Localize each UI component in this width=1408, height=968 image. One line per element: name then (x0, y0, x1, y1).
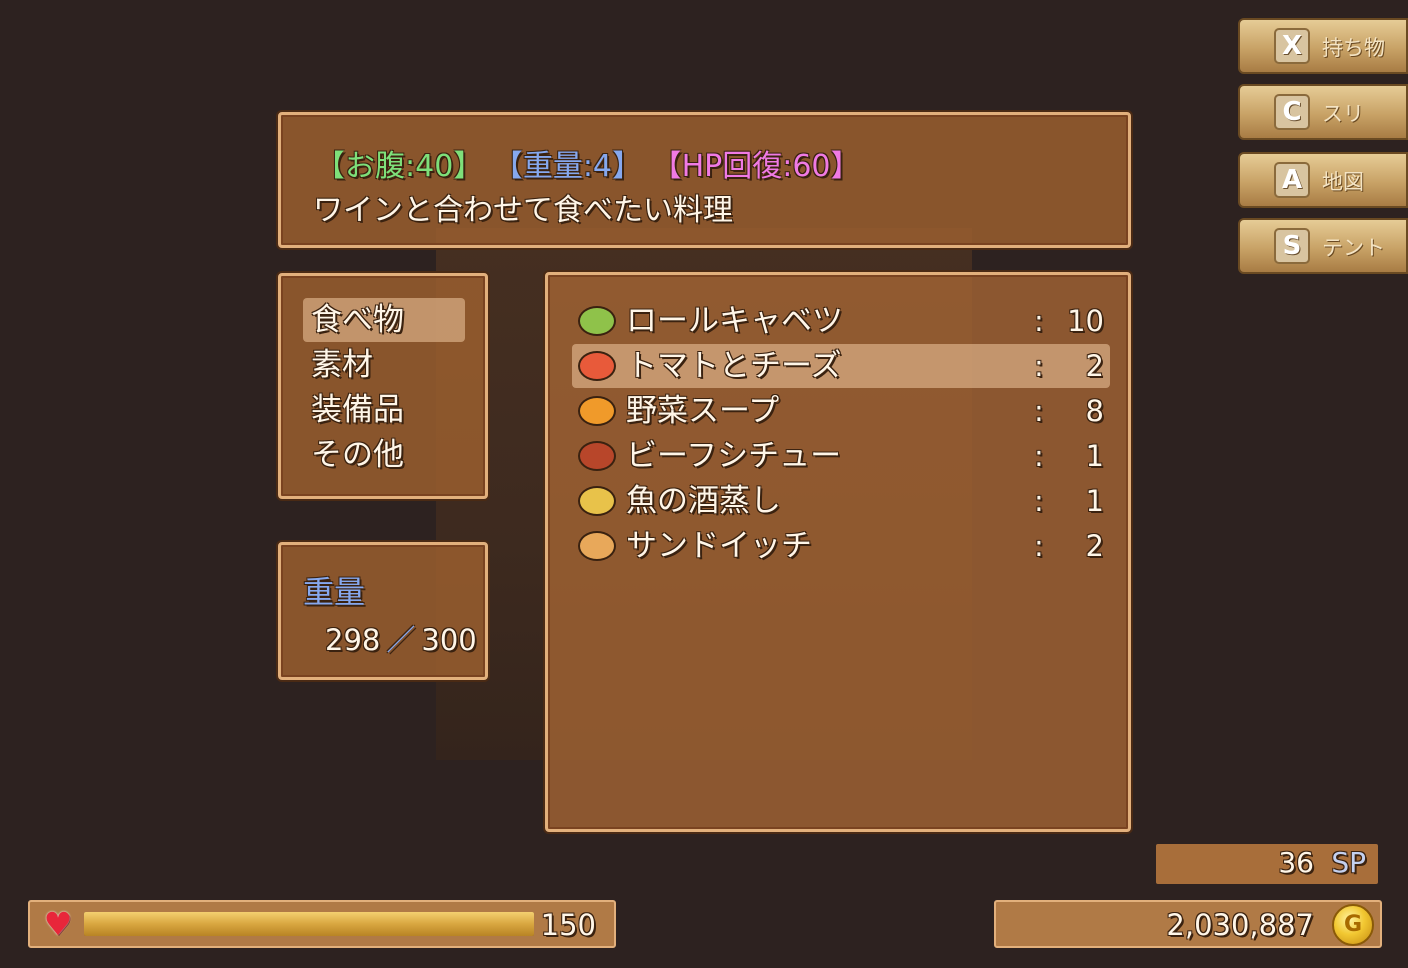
key-a-icon: A (1274, 162, 1310, 198)
sp-value: 36 (1278, 846, 1314, 879)
gold-display: 2,030,887 G (994, 900, 1382, 948)
cabbage-roll-icon (578, 306, 616, 336)
item-colon: : (1034, 484, 1044, 518)
hp-gauge-fill (84, 912, 534, 936)
shortcut-label: 持ち物 (1322, 36, 1385, 60)
weight-window: 重量 298 ／ 300 (278, 542, 488, 680)
vegetable-soup-icon (578, 396, 616, 426)
item-colon: : (1034, 439, 1044, 473)
stat-hunger: 【お腹:40】 (315, 149, 484, 184)
item-colon: : (1034, 529, 1044, 563)
item-row[interactable]: 魚の酒蒸し : 1 (572, 479, 1110, 523)
item-colon: : (1034, 304, 1044, 338)
weight-max: 300 (421, 623, 477, 657)
shortcut-label: 地図 (1322, 170, 1364, 194)
item-count: 2 (1085, 529, 1104, 563)
item-count: 8 (1085, 394, 1104, 428)
shortcut-tent-button[interactable]: S テント (1238, 218, 1408, 274)
item-name: 野菜スープ (626, 393, 780, 429)
item-name: ロールキャベツ (626, 303, 843, 339)
hp-bar: ♥ 150 (28, 900, 616, 948)
key-x-icon: X (1274, 28, 1310, 64)
item-count: 1 (1085, 439, 1104, 473)
item-name: トマトとチーズ (626, 348, 842, 384)
weight-separator: ／ (386, 623, 416, 657)
sp-display: 36 SP (1156, 844, 1378, 884)
weight-label: 重量 (303, 575, 365, 611)
item-help-window: 【お腹:40】 【重量:4】 【HP回復:60】 ワインと合わせて食べたい料理 (278, 112, 1131, 248)
beef-stew-icon (578, 441, 616, 471)
item-name: ビーフシチュー (626, 438, 842, 474)
item-name: 魚の酒蒸し (626, 483, 781, 519)
item-list-window: ロールキャベツ : 10 トマトとチーズ : 2 野菜スープ : 8 ビーフシチ… (545, 272, 1131, 832)
shortcut-inventory-button[interactable]: X 持ち物 (1238, 18, 1408, 74)
category-equipment[interactable]: 装備品 (303, 388, 465, 432)
category-food[interactable]: 食べ物 (303, 298, 465, 342)
key-c-icon: C (1274, 94, 1310, 130)
item-count: 1 (1085, 484, 1104, 518)
sandwich-icon (578, 531, 616, 561)
category-other[interactable]: その他 (303, 433, 465, 477)
tomato-cheese-icon (578, 351, 616, 381)
item-count: 2 (1085, 349, 1104, 383)
hp-gauge (84, 912, 534, 936)
shortcut-label: テント (1322, 236, 1385, 260)
shortcut-map-button[interactable]: A 地図 (1238, 152, 1408, 208)
stat-weight: 【重量:4】 (492, 149, 643, 184)
hp-value: 150 (540, 908, 596, 942)
item-row[interactable]: ロールキャベツ : 10 (572, 299, 1110, 343)
gold-value: 2,030,887 (1166, 908, 1314, 942)
sp-unit: SP (1331, 846, 1366, 879)
weight-current: 298 (325, 623, 381, 657)
item-colon: : (1034, 394, 1044, 428)
item-stats-line: 【お腹:40】 【重量:4】 【HP回復:60】 (315, 141, 861, 185)
stat-hp-recovery: 【HP回復:60】 (651, 149, 861, 184)
item-row[interactable]: トマトとチーズ : 2 (572, 344, 1110, 388)
key-s-icon: S (1274, 228, 1310, 264)
item-row[interactable]: サンドイッチ : 2 (572, 524, 1110, 568)
shortcut-pickpocket-button[interactable]: C スリ (1238, 84, 1408, 140)
weight-value: 298 ／ 300 (325, 617, 477, 659)
item-count: 10 (1067, 304, 1104, 338)
item-row[interactable]: 野菜スープ : 8 (572, 389, 1110, 433)
item-row[interactable]: ビーフシチュー : 1 (572, 434, 1110, 478)
gold-coin-icon: G (1332, 904, 1374, 946)
item-colon: : (1034, 349, 1044, 383)
heart-icon: ♥ (43, 905, 73, 943)
category-materials[interactable]: 素材 (303, 343, 465, 387)
item-name: サンドイッチ (626, 528, 812, 564)
item-description: ワインと合わせて食べたい料理 (313, 193, 733, 228)
category-window: 食べ物 素材 装備品 その他 (278, 273, 488, 499)
shortcut-label: スリ (1322, 102, 1364, 126)
steamed-fish-icon (578, 486, 616, 516)
